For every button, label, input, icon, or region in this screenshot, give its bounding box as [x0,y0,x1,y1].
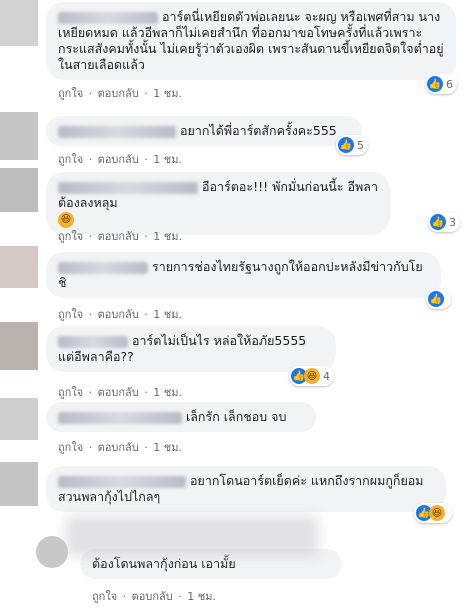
comment-actions: ถูกใจ · ตอบกลับ · 1 ชม. [58,87,182,100]
like-link[interactable]: ถูกใจ [92,590,117,603]
commenter-name[interactable] [58,181,198,194]
comment-text: อยากได้พี่อาร์ตสักครั้งคะ555 [180,123,337,138]
comment-bubble: อยากได้พี่อาร์ตสักครั้งคะ555 [46,116,362,146]
reaction-summary[interactable]: 👍 [426,289,451,309]
like-link[interactable]: ถูกใจ [58,386,83,399]
laughing-emoji-icon: 😆 [58,211,74,228]
reaction-count: 4 [323,369,330,383]
blur-overlay [66,516,318,556]
comment-text: เล็กรัก เล็กชอบ จบ [186,409,287,424]
reaction-summary[interactable]: 👍 3 [428,212,460,232]
avatar[interactable] [0,168,38,212]
comment-text: ต้องโดนพลากุ้งก่อน เอามั้ย [92,556,236,571]
avatar[interactable] [0,398,38,440]
avatar[interactable] [0,462,38,506]
reply-link[interactable]: ตอบกลับ [98,153,139,166]
avatar[interactable] [0,246,38,288]
avatar[interactable] [0,112,38,160]
reply-link[interactable]: ตอบกลับ [98,308,139,321]
avatar[interactable] [0,0,38,46]
haha-icon: 😆 [304,368,320,384]
reaction-summary[interactable]: 👍 😆 [414,503,452,523]
reply-link[interactable]: ตอบกลับ [98,87,139,100]
reply-link[interactable]: ตอบกลับ [98,230,139,243]
like-icon: 👍 [430,214,446,230]
like-link[interactable]: ถูกใจ [58,308,83,321]
comment-bubble: อยากโดนอาร์ตเย็ดค่ะ แหกถึงรากผมกูก็ยอม ส… [46,466,446,512]
like-link[interactable]: ถูกใจ [58,441,83,454]
comment-actions: ถูกใจ · ตอบกลับ · 1 ชม. [58,386,182,399]
reaction-summary[interactable]: 👍 5 [336,135,368,155]
commenter-name[interactable] [58,11,158,24]
comment-actions: ถูกใจ · ตอบกลับ · 1 ชม. [92,590,216,603]
reaction-count: 5 [357,138,364,152]
commenter-name[interactable] [58,475,186,488]
comment-bubble: รายการช่องไทยรัฐนางถูกให้ออกปะหลังมีข่าว… [46,252,441,298]
haha-icon: 😆 [429,505,445,521]
comment-actions: ถูกใจ · ตอบกลับ · 1 ชม. [58,153,182,166]
timestamp[interactable]: 1 ชม. [153,441,182,454]
timestamp[interactable]: 1 ชม. [153,87,182,100]
comment-bubble: อาร์ตนี่เหยียดตัวพ่อเลยนะ จะผญ หรือเพศที… [46,2,456,80]
timestamp[interactable]: 1 ชม. [187,590,216,603]
reply-link[interactable]: ตอบกลับ [132,590,173,603]
timestamp[interactable]: 1 ชม. [153,386,182,399]
comment-bubble: อีอาร์ตอะ!!! พักมั่นก่อนนี้ะ อีพลาต้องลง… [46,172,390,235]
commenter-name[interactable] [58,335,128,348]
like-icon: 👍 [427,76,443,92]
reaction-summary[interactable]: 👍 😆 4 [289,366,334,386]
like-link[interactable]: ถูกใจ [58,230,83,243]
reply-link[interactable]: ตอบกลับ [98,441,139,454]
timestamp[interactable]: 1 ชม. [153,230,182,243]
comment-actions: ถูกใจ · ตอบกลับ · 1 ชม. [58,308,182,321]
timestamp[interactable]: 1 ชม. [153,308,182,321]
comment-actions: ถูกใจ · ตอบกลับ · 1 ชม. [58,441,182,454]
avatar[interactable] [0,322,38,370]
reaction-count: 3 [449,215,456,229]
commenter-name[interactable] [58,261,148,274]
reply-link[interactable]: ตอบกลับ [98,386,139,399]
commenter-name[interactable] [58,125,176,138]
timestamp[interactable]: 1 ชม. [153,153,182,166]
reaction-count: 6 [446,77,453,91]
like-icon: 👍 [338,137,354,153]
like-link[interactable]: ถูกใจ [58,87,83,100]
avatar[interactable] [36,536,68,568]
comment-actions: ถูกใจ · ตอบกลับ · 1 ชม. [58,230,182,243]
commenter-name[interactable] [58,411,182,424]
like-icon: 👍 [428,291,444,307]
like-link[interactable]: ถูกใจ [58,153,83,166]
reaction-summary[interactable]: 👍 6 [425,74,457,94]
comment-bubble: อาร์ตไม่เป็นไร หล่อให้อภัย5555 แต่อีพลาค… [46,326,336,372]
comment-bubble: เล็กรัก เล็กชอบ จบ [46,402,316,432]
